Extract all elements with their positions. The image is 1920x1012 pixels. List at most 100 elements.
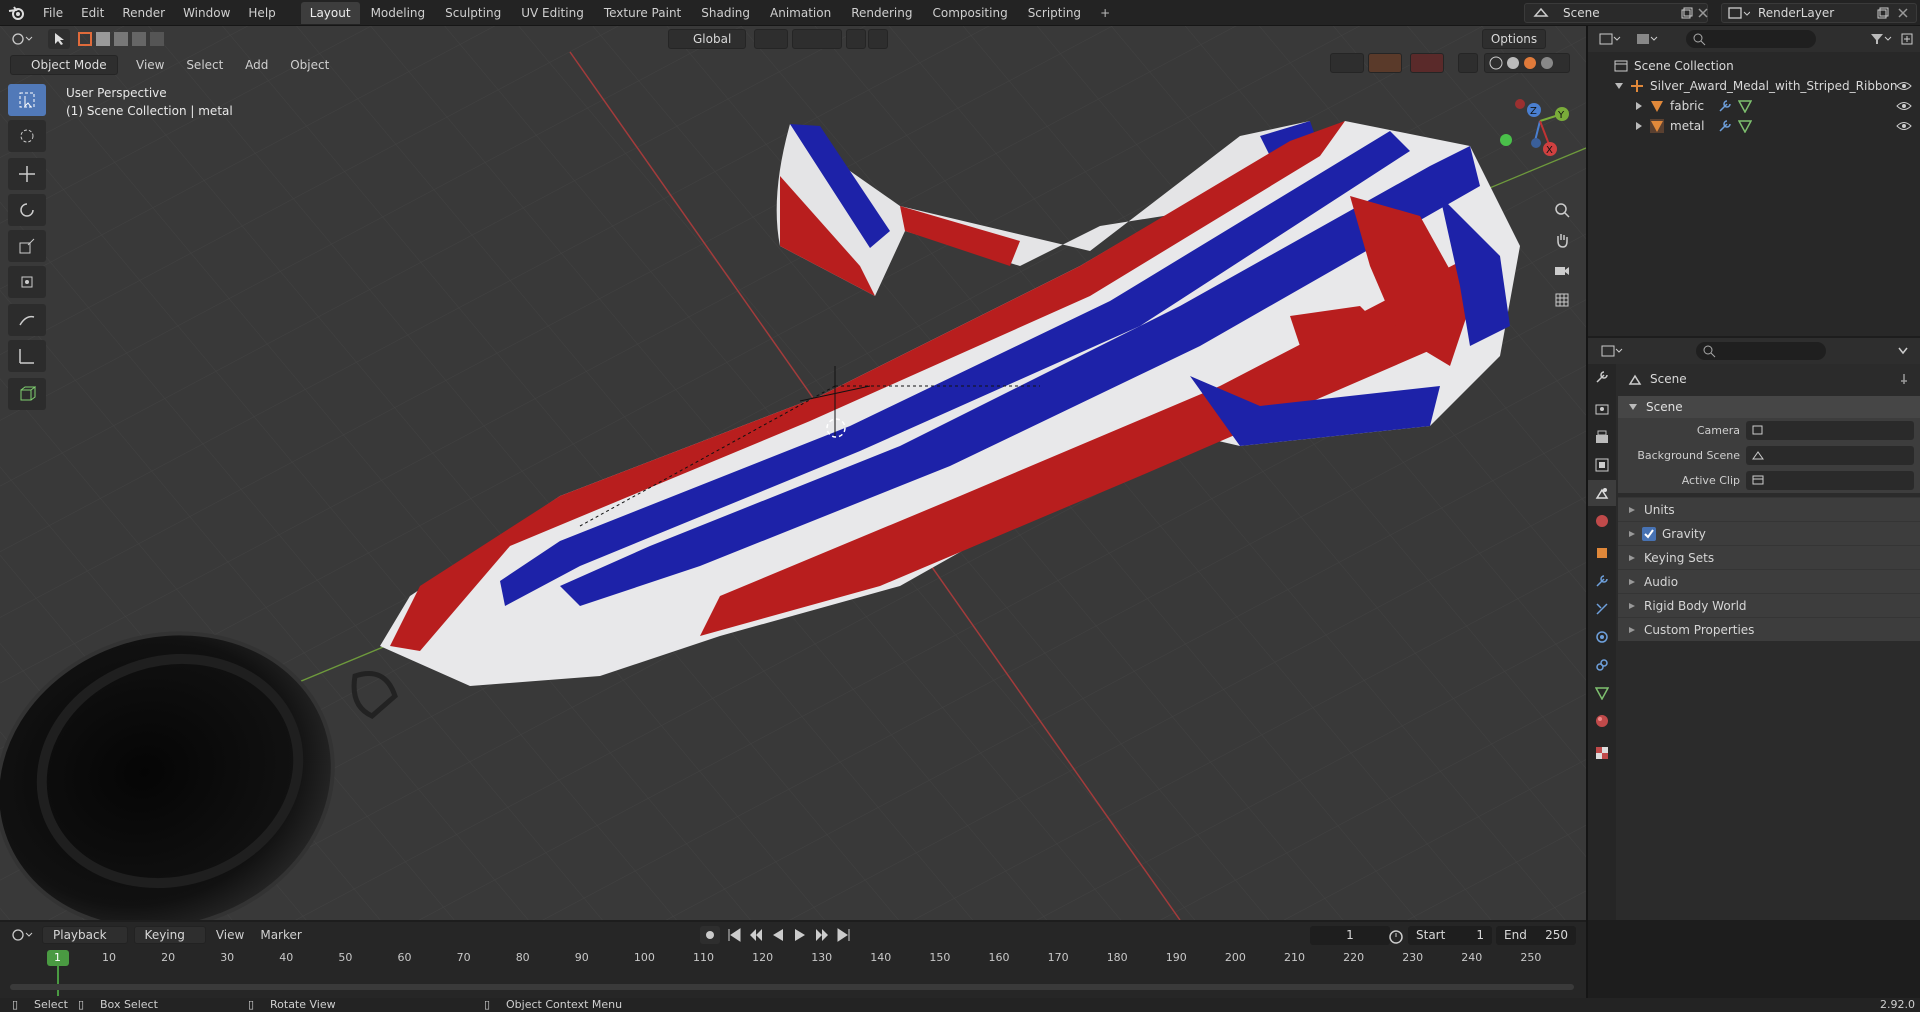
stopwatch-icon[interactable] bbox=[1388, 928, 1404, 944]
tab-rendering[interactable]: Rendering bbox=[842, 2, 921, 24]
select-new-icon[interactable] bbox=[78, 32, 92, 46]
viewport-menu-object[interactable]: Object bbox=[290, 58, 329, 72]
active-clip-input[interactable] bbox=[1746, 471, 1914, 490]
menu-render[interactable]: Render bbox=[113, 6, 174, 20]
play-reverse-icon[interactable] bbox=[770, 926, 786, 944]
camera-input[interactable] bbox=[1746, 421, 1914, 440]
start-frame-input[interactable]: Start 1 bbox=[1408, 926, 1492, 945]
jump-start-icon[interactable] bbox=[726, 926, 742, 944]
viewport-menu-add[interactable]: Add bbox=[245, 58, 268, 72]
end-frame-input[interactable]: End 250 bbox=[1496, 926, 1576, 945]
tab-texture-paint[interactable]: Texture Paint bbox=[595, 2, 690, 24]
rigid-body-world-panel[interactable]: Rigid Body World bbox=[1618, 593, 1920, 617]
tab-modeling[interactable]: Modeling bbox=[362, 2, 435, 24]
next-keyframe-icon[interactable] bbox=[814, 926, 830, 944]
visibility-eye-icon[interactable] bbox=[1896, 119, 1912, 133]
outliner-row-scene-collection[interactable]: Scene Collection bbox=[1588, 56, 1920, 76]
object-mode-dropdown[interactable]: Object Mode bbox=[10, 55, 118, 75]
menu-edit[interactable]: Edit bbox=[72, 6, 113, 20]
keying-dropdown[interactable]: Keying bbox=[133, 926, 206, 944]
tab-constraints[interactable] bbox=[1588, 652, 1616, 678]
tab-world[interactable] bbox=[1588, 508, 1616, 534]
select-box-tool[interactable] bbox=[8, 84, 46, 116]
properties-editor-icon[interactable] bbox=[1598, 342, 1626, 360]
new-layer-icon[interactable] bbox=[1876, 5, 1890, 21]
chevron-down-icon[interactable] bbox=[1894, 342, 1912, 360]
filter-icon[interactable] bbox=[1866, 30, 1896, 48]
outliner-row-fabric[interactable]: fabric bbox=[1588, 96, 1920, 116]
ortho-toggle-tool[interactable] bbox=[1548, 286, 1576, 314]
delete-layer-icon[interactable] bbox=[1896, 5, 1910, 21]
properties-search-input[interactable] bbox=[1696, 342, 1826, 360]
tab-shading[interactable]: Shading bbox=[692, 2, 759, 24]
outliner-search-input[interactable] bbox=[1686, 30, 1816, 48]
timeline-editor-icon[interactable] bbox=[8, 926, 36, 944]
new-collection-icon[interactable] bbox=[1898, 30, 1916, 48]
keying-sets-panel[interactable]: Keying Sets bbox=[1618, 545, 1920, 569]
scale-tool[interactable] bbox=[8, 230, 46, 262]
units-panel[interactable]: Units bbox=[1618, 497, 1920, 521]
background-scene-input[interactable] bbox=[1746, 446, 1914, 465]
timeline-scrollbar[interactable] bbox=[10, 984, 1574, 990]
tab-uv-editing[interactable]: UV Editing bbox=[512, 2, 593, 24]
timeline-menu-marker[interactable]: Marker bbox=[260, 928, 301, 942]
visibility-eye-icon[interactable] bbox=[1896, 79, 1912, 93]
gravity-checkbox[interactable] bbox=[1642, 526, 1656, 541]
tab-animation[interactable]: Animation bbox=[761, 2, 840, 24]
outliner-editor-icon[interactable] bbox=[1596, 30, 1624, 48]
prev-keyframe-icon[interactable] bbox=[748, 926, 764, 944]
tab-layout[interactable]: Layout bbox=[300, 1, 360, 24]
audio-panel[interactable]: Audio bbox=[1618, 569, 1920, 593]
move-tool[interactable] bbox=[8, 158, 46, 190]
delete-scene-icon[interactable] bbox=[1696, 5, 1710, 21]
viewport-menu-view[interactable]: View bbox=[136, 58, 164, 72]
select-invert-icon[interactable] bbox=[132, 32, 146, 46]
add-workspace-button[interactable]: + bbox=[1092, 4, 1118, 22]
pan-tool[interactable] bbox=[1548, 226, 1576, 254]
viewport-menu-select[interactable]: Select bbox=[186, 58, 223, 72]
measure-tool[interactable] bbox=[8, 340, 46, 372]
tab-render[interactable] bbox=[1588, 396, 1616, 422]
cursor-tool[interactable] bbox=[8, 120, 46, 152]
current-frame-input[interactable]: 1 bbox=[1310, 926, 1390, 945]
menu-window[interactable]: Window bbox=[174, 6, 239, 20]
select-extend-icon[interactable] bbox=[96, 32, 110, 46]
tab-view-layer[interactable] bbox=[1588, 452, 1616, 478]
record-icon[interactable] bbox=[700, 926, 720, 944]
annotate-tool[interactable] bbox=[8, 304, 46, 336]
zoom-tool[interactable] bbox=[1548, 196, 1576, 224]
editor-type-icon[interactable] bbox=[8, 29, 36, 49]
add-cube-tool[interactable] bbox=[8, 378, 46, 410]
tab-modifiers[interactable] bbox=[1588, 568, 1616, 594]
timeline-menu-view[interactable]: View bbox=[216, 928, 244, 942]
tab-material[interactable] bbox=[1588, 708, 1616, 734]
playback-dropdown[interactable]: Playback bbox=[42, 926, 128, 944]
tab-texture[interactable] bbox=[1588, 740, 1616, 766]
tab-data[interactable] bbox=[1588, 680, 1616, 706]
jump-end-icon[interactable] bbox=[836, 926, 852, 944]
select-subtract-icon[interactable] bbox=[114, 32, 128, 46]
camera-view-tool[interactable] bbox=[1548, 256, 1576, 284]
new-scene-icon[interactable] bbox=[1680, 5, 1694, 21]
tab-output[interactable] bbox=[1588, 424, 1616, 450]
tab-scene[interactable] bbox=[1588, 480, 1616, 506]
menu-help[interactable]: Help bbox=[239, 6, 284, 20]
menu-file[interactable]: File bbox=[34, 6, 72, 20]
tab-tool[interactable] bbox=[1588, 364, 1616, 390]
rotate-tool[interactable] bbox=[8, 194, 46, 226]
frame-ruler[interactable]: 1 10 20 30 40 50 60 70 80 90 100 110 120 130 140 150 160… bbox=[0, 948, 1586, 996]
tab-object[interactable] bbox=[1588, 540, 1616, 566]
blender-logo-icon[interactable] bbox=[0, 0, 34, 26]
display-mode-icon[interactable] bbox=[1632, 30, 1662, 48]
scene-panel-header[interactable]: Scene bbox=[1618, 396, 1920, 418]
tab-physics[interactable] bbox=[1588, 624, 1616, 650]
tab-scripting[interactable]: Scripting bbox=[1019, 2, 1090, 24]
select-intersect-icon[interactable] bbox=[150, 32, 164, 46]
tab-particles[interactable] bbox=[1588, 596, 1616, 622]
tab-compositing[interactable]: Compositing bbox=[923, 2, 1016, 24]
play-icon[interactable] bbox=[792, 926, 808, 944]
outliner-row-metal[interactable]: metal bbox=[1588, 116, 1920, 136]
pin-icon[interactable] bbox=[1898, 373, 1910, 385]
custom-properties-panel[interactable]: Custom Properties bbox=[1618, 617, 1920, 641]
visibility-eye-icon[interactable] bbox=[1896, 99, 1912, 113]
